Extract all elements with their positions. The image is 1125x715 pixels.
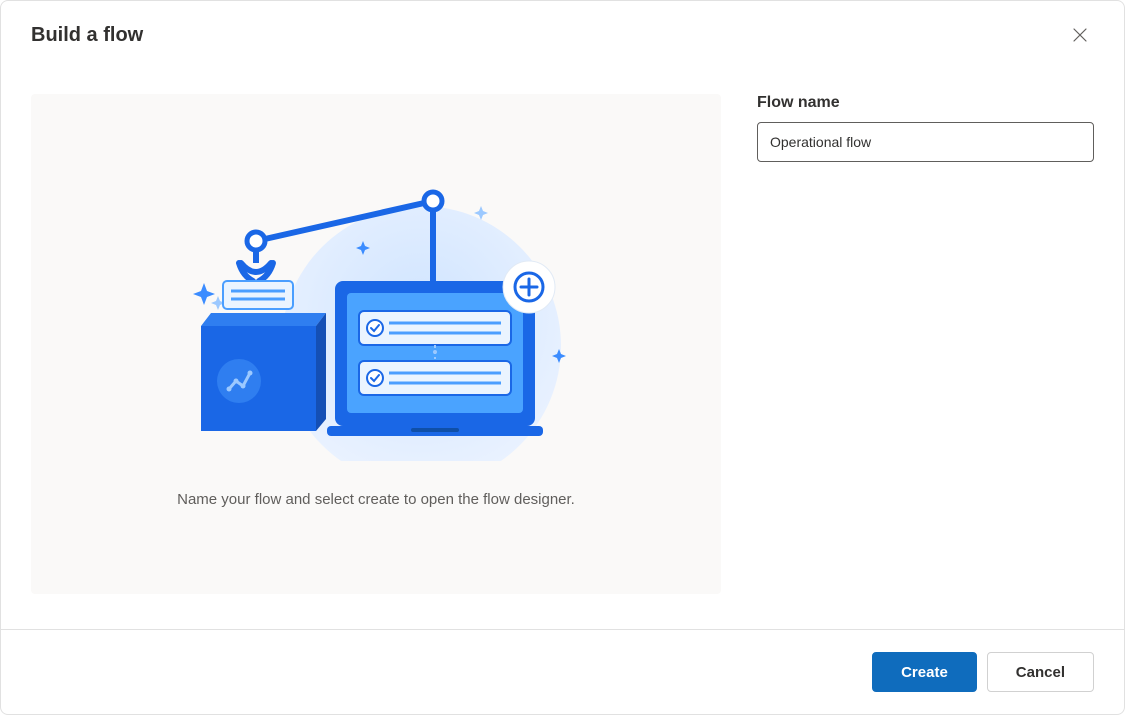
dialog-title: Build a flow	[31, 24, 143, 47]
flow-name-input[interactable]	[757, 122, 1094, 162]
flow-name-label: Flow name	[757, 94, 1094, 112]
dialog-body: Name your flow and select create to open…	[1, 49, 1124, 629]
illustration-panel: Name your flow and select create to open…	[31, 94, 721, 594]
form-panel: Flow name	[757, 94, 1094, 609]
create-button[interactable]: Create	[872, 652, 977, 692]
dialog-header: Build a flow	[1, 1, 1124, 49]
illustration-caption: Name your flow and select create to open…	[177, 491, 575, 508]
build-flow-dialog: Build a flow	[0, 0, 1125, 715]
close-icon	[1072, 27, 1088, 43]
dialog-footer: Create Cancel	[1, 629, 1124, 714]
flow-builder-illustration	[161, 181, 591, 461]
cancel-button[interactable]: Cancel	[987, 652, 1094, 692]
close-button[interactable]	[1066, 21, 1094, 49]
